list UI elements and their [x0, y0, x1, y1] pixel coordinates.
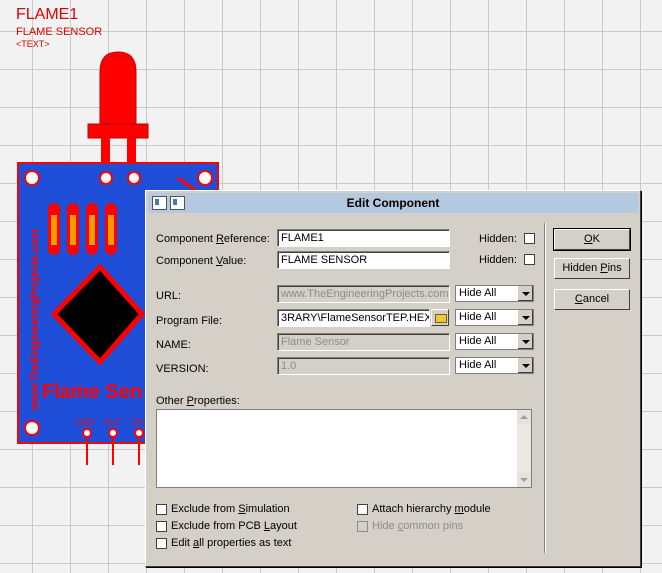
hidden-pins-button[interactable]: Hidden Pins [554, 258, 630, 279]
led-icon [87, 51, 149, 176]
exclude-simulation-checkbox[interactable] [156, 504, 167, 515]
pin-label-gnd: GND [76, 418, 94, 427]
version-input[interactable]: 1.0 [277, 357, 450, 375]
edit-component-dialog: Edit Component Component Reference: FLAM… [145, 190, 641, 567]
pin-label-vcc: VC [132, 418, 143, 427]
version-visibility-value: Hide All [459, 359, 497, 371]
board-vertical-text: www.TheEngineeringProjects.com [29, 229, 41, 411]
version-visibility-select[interactable]: Hide All [455, 357, 534, 374]
edit-all-label: Edit all properties as text [171, 537, 292, 549]
program-file-visibility-select[interactable]: Hide All [455, 309, 534, 326]
url-label: URL: [156, 290, 182, 302]
program-file-label: Program File: [156, 315, 223, 327]
ok-button[interactable]: OK [553, 228, 631, 251]
chevron-down-icon[interactable] [517, 286, 533, 301]
attach-hierarchy-label: Attach hierarchy module [372, 503, 491, 515]
hide-common-pins-label: Hide common pins [372, 520, 464, 532]
chevron-down-icon[interactable] [517, 310, 533, 325]
dialog-title: Edit Component [346, 196, 440, 210]
button-separator [544, 223, 546, 553]
component-reference-input[interactable]: FLAME1 [277, 229, 450, 247]
name-input[interactable]: Flame Sensor [277, 333, 450, 351]
url-visibility-value: Hide All [459, 287, 497, 299]
attach-hierarchy-checkbox[interactable] [357, 504, 368, 515]
other-properties-textarea[interactable] [156, 409, 532, 488]
pin-label-out: OUT [104, 418, 121, 427]
component-value-label: Component Value: [156, 255, 247, 267]
reference-hidden-label: Hidden: [479, 233, 517, 245]
exclude-pcb-checkbox[interactable] [156, 521, 167, 532]
reference-hidden-checkbox[interactable] [524, 233, 535, 244]
hide-common-pins-checkbox[interactable] [357, 521, 368, 532]
version-label: VERSION: [156, 363, 209, 375]
value-hidden-checkbox[interactable] [524, 254, 535, 265]
board-title-text: Flame Sen [42, 381, 142, 403]
name-visibility-select[interactable]: Hide All [455, 333, 534, 350]
chevron-down-icon[interactable] [517, 358, 533, 373]
url-visibility-select[interactable]: Hide All [455, 285, 534, 302]
name-visibility-value: Hide All [459, 335, 497, 347]
cancel-button[interactable]: Cancel [554, 289, 630, 310]
value-hidden-label: Hidden: [479, 254, 517, 266]
program-file-visibility-value: Hide All [459, 311, 497, 323]
name-label: NAME: [156, 339, 191, 351]
exclude-pcb-label: Exclude from PCB Layout [171, 520, 297, 532]
scrollbar[interactable] [517, 410, 531, 487]
scroll-down-icon[interactable] [517, 473, 531, 487]
exclude-simulation-label: Exclude from Simulation [171, 503, 290, 515]
chevron-down-icon[interactable] [517, 334, 533, 349]
dialog-titlebar[interactable]: Edit Component [148, 193, 638, 213]
url-input[interactable]: www.TheEngineeringProjects.com [277, 285, 450, 303]
edit-all-checkbox[interactable] [156, 538, 167, 549]
program-file-input[interactable]: 3RARY\FlameSensorTEP.HEX [277, 309, 430, 327]
component-reference-label: Component Reference: [156, 233, 270, 245]
other-properties-label: Other Properties: [156, 395, 240, 407]
scroll-up-icon[interactable] [517, 410, 531, 424]
component-value-input[interactable]: FLAME SENSOR [277, 251, 450, 269]
browse-folder-icon[interactable] [431, 309, 449, 326]
